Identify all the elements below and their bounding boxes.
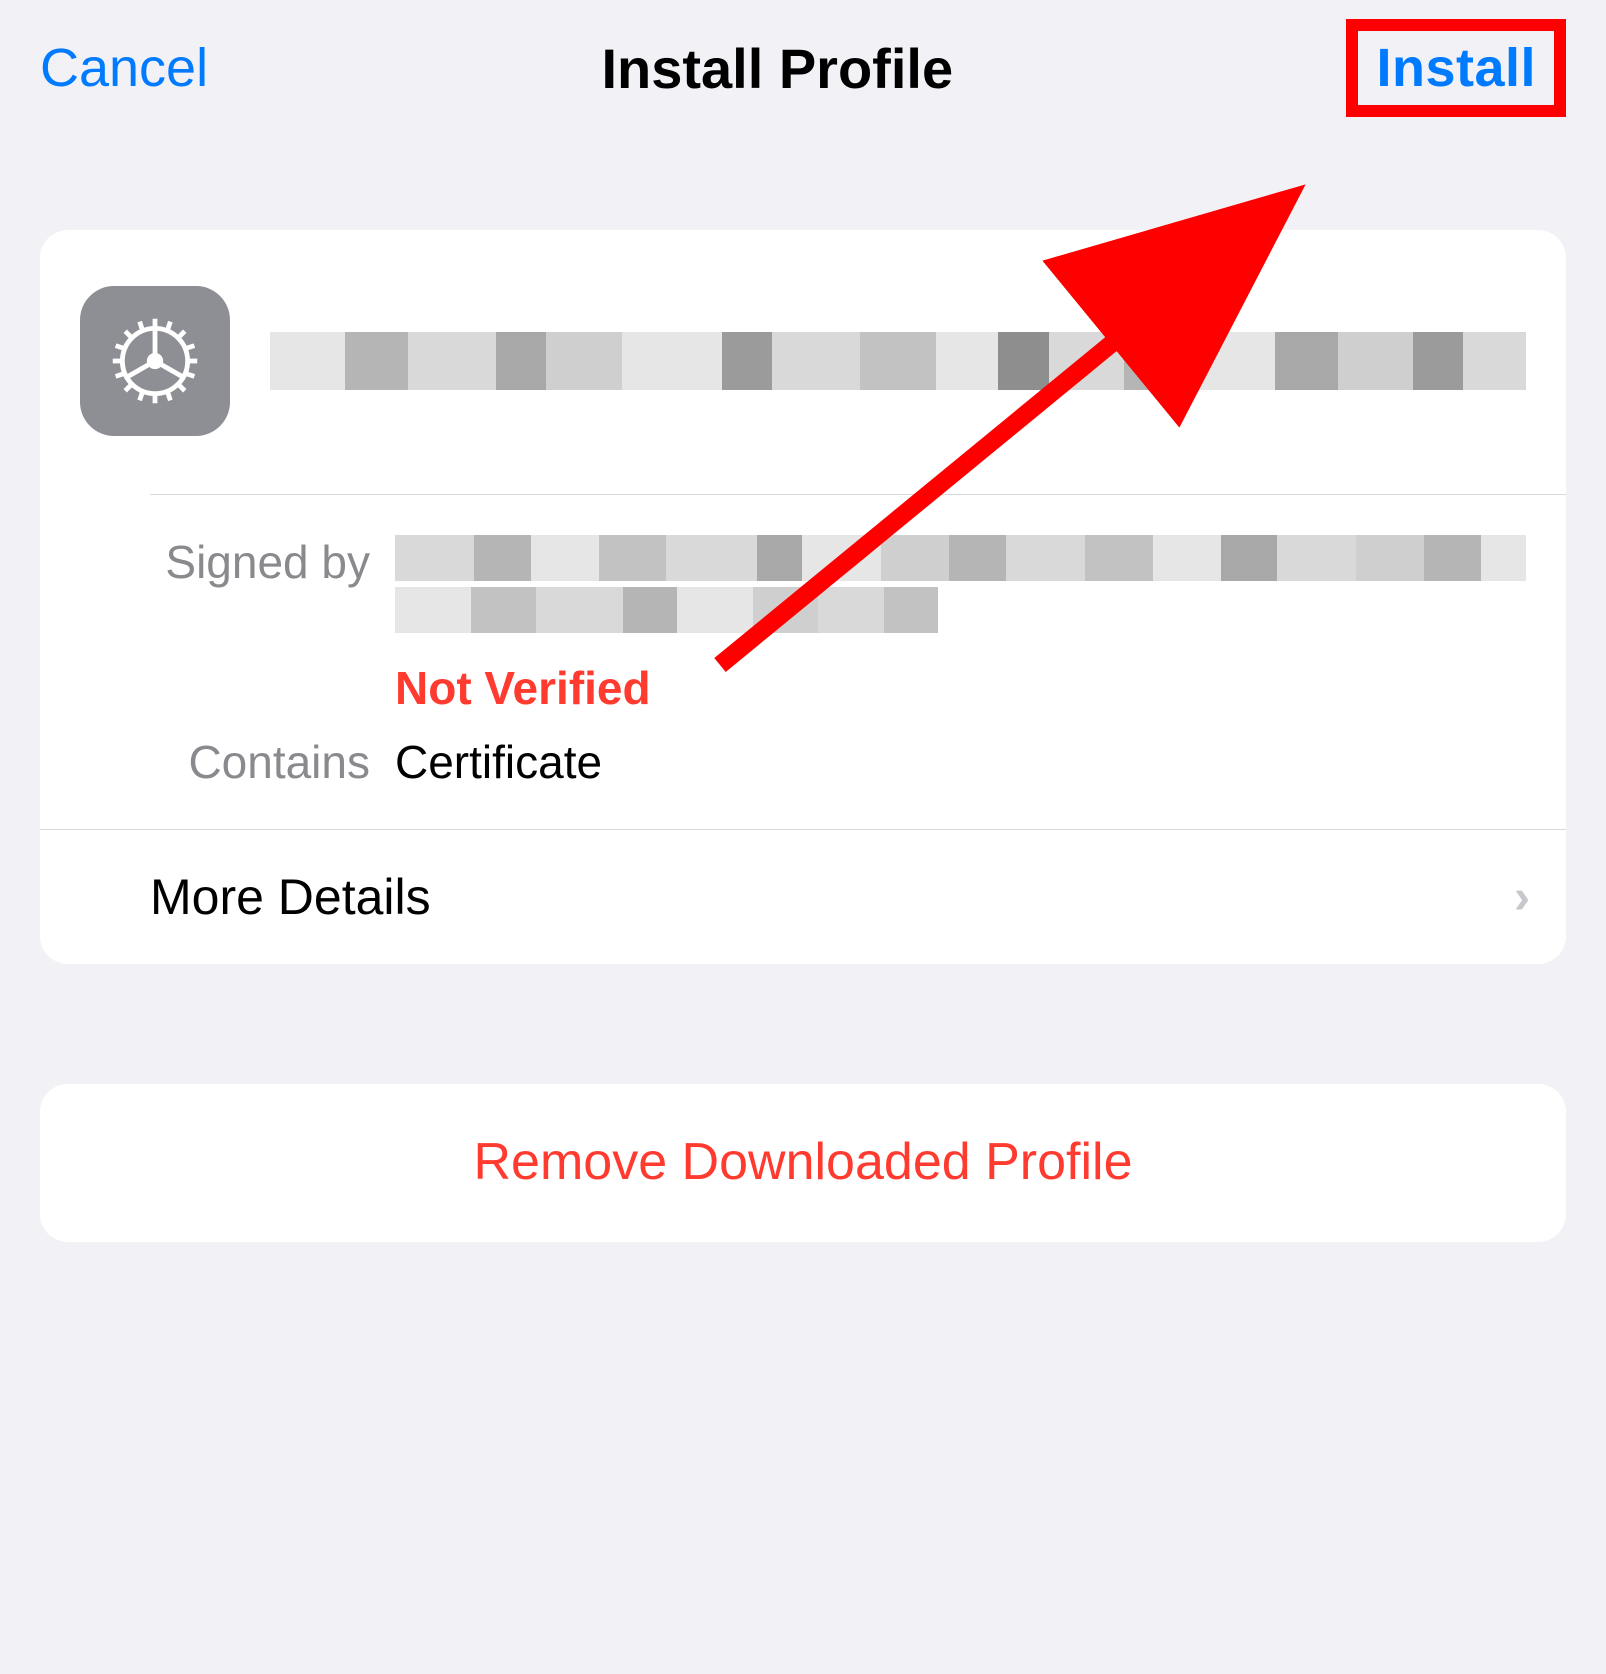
cancel-button[interactable]: Cancel bbox=[40, 37, 208, 99]
annotation-highlight-box: Install bbox=[1346, 19, 1566, 117]
profile-name-redacted bbox=[270, 332, 1526, 390]
profile-card: Signed by bbox=[40, 230, 1566, 964]
modal-header: Cancel Install Profile Install bbox=[0, 0, 1606, 130]
contains-row: Contains Certificate bbox=[160, 725, 1526, 799]
profile-title-row bbox=[40, 230, 1566, 494]
signed-by-label: Signed by bbox=[160, 535, 370, 589]
signed-by-row: Signed by bbox=[160, 525, 1526, 725]
chevron-right-icon: › bbox=[1514, 870, 1530, 925]
modal-title: Install Profile bbox=[601, 36, 953, 101]
remove-profile-label: Remove Downloaded Profile bbox=[473, 1133, 1132, 1191]
more-details-label: More Details bbox=[150, 868, 431, 926]
gear-icon bbox=[80, 286, 230, 436]
contains-value: Certificate bbox=[395, 736, 602, 788]
more-details-row[interactable]: More Details › bbox=[40, 830, 1566, 964]
install-button[interactable]: Install bbox=[1376, 38, 1536, 98]
signed-by-value-redacted bbox=[395, 535, 1526, 633]
profile-details: Signed by bbox=[40, 495, 1566, 829]
remove-profile-button[interactable]: Remove Downloaded Profile bbox=[40, 1084, 1566, 1242]
verification-status: Not Verified bbox=[395, 661, 1526, 715]
contains-label: Contains bbox=[160, 735, 370, 789]
